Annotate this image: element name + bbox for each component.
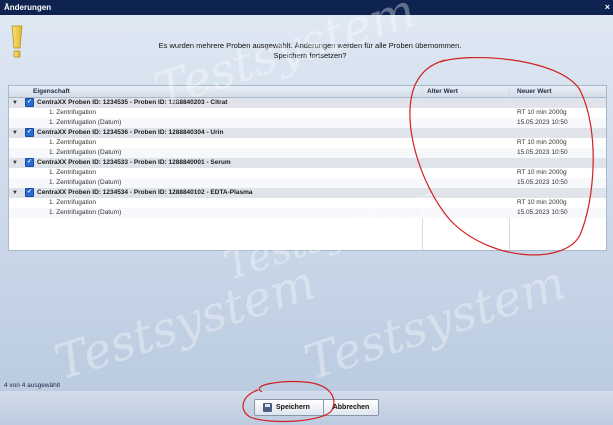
expand-arrow-icon[interactable]: ▼ (12, 158, 18, 168)
new-value-cell: RT 10 min 2000g (517, 139, 567, 146)
watermark: Testsystem (47, 254, 323, 392)
group-label: CentraXX Proben ID: 1234533 - Proben ID:… (37, 159, 231, 166)
table-row[interactable]: 1. Zentrifugation RT 10 min 2000g (9, 108, 606, 118)
table-row[interactable]: 1. Zentrifugation RT 10 min 2000g (9, 138, 606, 148)
table-header: Eigenschaft Alter Wert Neuer Wert (9, 86, 606, 98)
table-row[interactable]: 1. Zentrifugation (Datum) 15.05.2023 10:5… (9, 208, 606, 218)
group-row[interactable]: ▼ ✓ CentraXX Proben ID: 1234533 - Proben I… (9, 158, 606, 168)
checkbox-checked-icon[interactable]: ✓ (25, 188, 34, 197)
group-row[interactable]: ▼ ✓ CentraXX Proben ID: 1234536 - Proben I… (9, 128, 606, 138)
save-button-label: Speichern (276, 404, 310, 411)
header-property[interactable]: Eigenschaft (33, 88, 70, 95)
table-row[interactable]: 1. Zentrifugation (Datum) 15.05.2023 10:5… (9, 148, 606, 158)
save-button[interactable]: Speichern (254, 399, 326, 416)
group-row[interactable]: ▼ ✓ CentraXX Proben ID: 1234535 - Proben I… (9, 98, 606, 108)
property-cell: 1. Zentrifugation (49, 199, 96, 206)
property-cell: 1. Zentrifugation (49, 169, 96, 176)
table-row[interactable]: 1. Zentrifugation (Datum) 15.05.2023 10:5… (9, 178, 606, 188)
watermark: Testsystem (297, 254, 573, 392)
table-row[interactable]: 1. Zentrifugation RT 10 min 2000g (9, 168, 606, 178)
header-new-value[interactable]: Neuer Wert (517, 88, 552, 95)
changes-table: Eigenschaft Alter Wert Neuer Wert ▼ ✓ Cent… (8, 85, 607, 251)
selection-status: 4 von 4 ausgewählt (4, 382, 61, 389)
checkbox-checked-icon[interactable]: ✓ (25, 98, 34, 107)
property-cell: 1. Zentrifugation (49, 139, 96, 146)
group-label: CentraXX Proben ID: 1234536 - Proben ID:… (37, 129, 224, 136)
new-value-cell: 15.05.2023 10:50 (517, 149, 568, 156)
new-value-cell: 15.05.2023 10:50 (517, 119, 568, 126)
button-bar: Speichern Abbrechen (0, 391, 613, 425)
dialog-title: Änderungen (4, 3, 52, 12)
property-cell: 1. Zentrifugation (Datum) (49, 209, 122, 216)
property-cell: 1. Zentrifugation (49, 109, 96, 116)
table-row[interactable]: 1. Zentrifugation RT 10 min 2000g (9, 198, 606, 208)
message-line-1: Es wurden mehrere Proben ausgewählt. Änd… (158, 41, 462, 50)
cancel-button[interactable]: Abbrechen (323, 399, 379, 416)
new-value-cell: 15.05.2023 10:50 (517, 179, 568, 186)
expand-arrow-icon[interactable]: ▼ (12, 98, 18, 108)
property-cell: 1. Zentrifugation (Datum) (49, 179, 122, 186)
changes-dialog: Änderungen × Es wurden mehrere Proben au… (0, 0, 613, 425)
close-icon[interactable]: × (605, 2, 610, 12)
group-row[interactable]: ▼ ✓ CentraXX Proben ID: 1234534 - Proben I… (9, 188, 606, 198)
expand-arrow-icon[interactable]: ▼ (12, 128, 18, 138)
new-value-cell: RT 10 min 2000g (517, 109, 567, 116)
group-label: CentraXX Proben ID: 1234534 - Proben ID:… (37, 189, 253, 196)
checkbox-checked-icon[interactable]: ✓ (25, 128, 34, 137)
property-cell: 1. Zentrifugation (Datum) (49, 119, 122, 126)
group-label: CentraXX Proben ID: 1234535 - Proben ID:… (37, 99, 228, 106)
new-value-cell: 15.05.2023 10:50 (517, 209, 568, 216)
property-cell: 1. Zentrifugation (Datum) (49, 149, 122, 156)
checkbox-checked-icon[interactable]: ✓ (25, 158, 34, 167)
new-value-cell: RT 10 min 2000g (517, 199, 567, 206)
confirmation-message: Es wurden mehrere Proben ausgewählt. Änd… (120, 41, 500, 61)
warning-icon (11, 25, 23, 58)
header-old-value[interactable]: Alter Wert (427, 88, 458, 95)
message-line-2: Speichern fortsetzen? (273, 51, 347, 60)
title-bar: Änderungen × (0, 0, 613, 15)
expand-arrow-icon[interactable]: ▼ (12, 188, 18, 198)
new-value-cell: RT 10 min 2000g (517, 169, 567, 176)
floppy-disk-icon (263, 403, 272, 412)
table-row[interactable]: 1. Zentrifugation (Datum) 15.05.2023 10:5… (9, 118, 606, 128)
dialog-body: Es wurden mehrere Proben ausgewählt. Änd… (0, 0, 613, 425)
